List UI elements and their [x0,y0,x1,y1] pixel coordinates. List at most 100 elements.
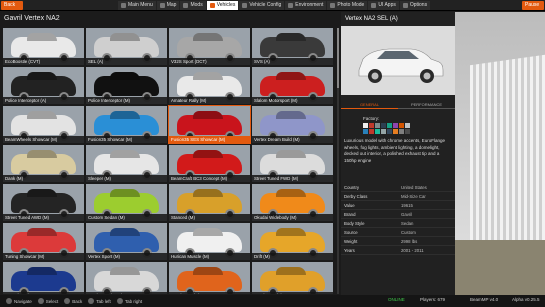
menu-tab-photo-mode[interactable]: Photo Mode [327,0,368,10]
config-tile-label: TrackSport (DCT) [86,292,167,294]
config-tile[interactable]: BeamCraft BC3 Concept (M) [169,145,250,182]
spec-key: Value [344,202,355,208]
config-tile[interactable]: Street Tuned AWD (M) [3,184,84,221]
config-tile[interactable]: Fusion35 Showcar (M) [86,106,167,143]
color-swatch[interactable] [405,123,410,128]
camera-icon [330,2,336,8]
config-tile[interactable]: V32S Sport (DCT) [169,28,250,65]
bottom-hint-bar: Navigate Select Back Tab left Tab right [0,295,545,307]
menu-tab-mods[interactable]: Mods [180,0,206,10]
color-swatch[interactable] [393,129,398,134]
menu-tab-ui-apps[interactable]: UI Apps [368,0,399,10]
menu-tab-vehicle-config[interactable]: Vehicle Config [239,0,285,10]
config-tile[interactable]: Vertex Dream Build (M) [252,106,333,143]
gear-icon [402,2,408,8]
b-button-icon [64,298,71,304]
color-swatch[interactable] [405,129,410,134]
menu-tab-map[interactable]: Map [156,0,180,10]
config-tile[interactable]: Police Interceptor (A) [3,67,84,104]
config-tile-label: Street Tuned FWD (M) [252,175,333,182]
color-swatch[interactable] [363,123,368,128]
config-tile-label: Vertex Dream Build (M) [252,136,333,143]
config-tile[interactable]: Hurican Muscle (M) [169,223,250,260]
hint-label: Tab left [96,298,111,304]
config-tile[interactable]: TrackSport (DCT) [86,262,167,294]
color-swatch[interactable] [369,129,374,134]
config-tile[interactable]: Stanced (M) [169,184,250,221]
color-swatch[interactable] [375,123,380,128]
config-tile[interactable]: EcoBoostle (CVT) [3,28,84,65]
config-tile[interactable]: Police Interceptor (M) [86,67,167,104]
scrollbar-thumb[interactable] [337,28,339,88]
config-tile-label: RoadSport (M) [169,292,250,294]
spec-row: Brand Gavril [341,210,455,219]
sun-icon [288,2,294,8]
config-tile[interactable]: SEL (A) [86,28,167,65]
hint-label: Tab right [124,298,143,304]
color-swatch[interactable] [369,123,374,128]
menu-tab-label: Main Menu [128,2,153,8]
spec-key: Derby Class [344,193,368,199]
config-tile[interactable]: Vertex Sport (M) [86,223,167,260]
config-tile[interactable]: Lotus (SEQ) [3,262,84,294]
spec-row: Weight 2998 lbs [341,237,455,246]
color-swatch[interactable] [381,123,386,128]
menu-tab-main-menu[interactable]: Main Menu [118,0,156,10]
config-tile[interactable]: Slalom Motorsport (M) [252,67,333,104]
hint-select: Select [37,298,58,304]
config-tile[interactable]: RoadSport (A) [252,262,333,294]
config-tile[interactable]: RoadSport (M) [169,262,250,294]
tab-performance[interactable]: PERFORMANCE [398,100,455,109]
spec-key: Weight [344,238,358,244]
color-swatch[interactable] [381,129,386,134]
config-tile[interactable]: Drift (M) [252,223,333,260]
color-swatch[interactable] [387,129,392,134]
config-tile-label: RoadSport (A) [252,292,333,294]
paint-swatches [363,123,413,134]
game-version: Alpha v0.25.5 [512,297,540,302]
color-swatch[interactable] [363,129,368,134]
grid-scrollbar[interactable] [337,28,339,294]
pause-button[interactable]: Pause [522,0,544,10]
config-tile[interactable]: Sleeper (M) [86,145,167,182]
menu-tab-options[interactable]: Options [399,0,431,10]
main-menu-tabs: Main Menu Map Mods Vehicles Vehicle Config En… [118,0,431,10]
color-swatch[interactable] [393,123,398,128]
puzzle-icon [183,2,189,8]
config-tile[interactable]: Amateur Rally (M) [169,67,250,104]
config-tile-label: Dank (M) [3,175,84,182]
fence-scenery [470,54,545,256]
map-icon [159,2,165,8]
menu-tab-vehicles[interactable]: Vehicles [206,0,239,10]
config-tile-label: BeamCraft BC3 Concept (M) [169,175,250,182]
config-tile[interactable]: Dank (M) [3,145,84,182]
home-icon [121,2,126,8]
back-label: Back [4,2,16,8]
wrench-icon [242,2,248,8]
config-tile[interactable]: BeamWheels Showcar (M) [3,106,84,143]
menu-tab-label: Vehicles [216,2,236,8]
config-tile[interactable]: Okudai Widebody (M) [252,184,333,221]
sedan-preview-illustration [341,26,455,95]
spec-table: Country United States Derby Class Mid-Size … [341,183,455,255]
spec-row: Country United States [341,183,455,192]
spec-key: Body Style [344,220,365,226]
vehicle-detail-panel: Vertex NA2 SEL (A) GENERAL PERFORMANCE F… [341,12,455,305]
menu-tab-label: Photo Mode [337,2,365,8]
config-tile[interactable]: Tuning Showcar (M) [3,223,84,260]
menu-tab-environment[interactable]: Environment [285,0,327,10]
color-swatch[interactable] [399,129,404,134]
config-tile[interactable]: SVS (A) [252,28,333,65]
config-tile[interactable]: Fusion35 SES Showcar (M) [168,105,251,144]
config-tile[interactable]: Street Tuned FWD (M) [252,145,333,182]
color-swatch[interactable] [399,123,404,128]
tab-general[interactable]: GENERAL [341,100,398,109]
back-button[interactable]: Back [1,0,23,10]
config-tile-label: V32S Sport (DCT) [169,58,250,65]
spec-value: Custom [401,229,416,235]
config-tile[interactable]: Custom Sedan (M) [86,184,167,221]
color-swatch[interactable] [387,123,392,128]
rb-button-icon [116,298,123,304]
color-swatch[interactable] [375,129,380,134]
spec-row: Derby Class Mid-Size Car [341,192,455,201]
